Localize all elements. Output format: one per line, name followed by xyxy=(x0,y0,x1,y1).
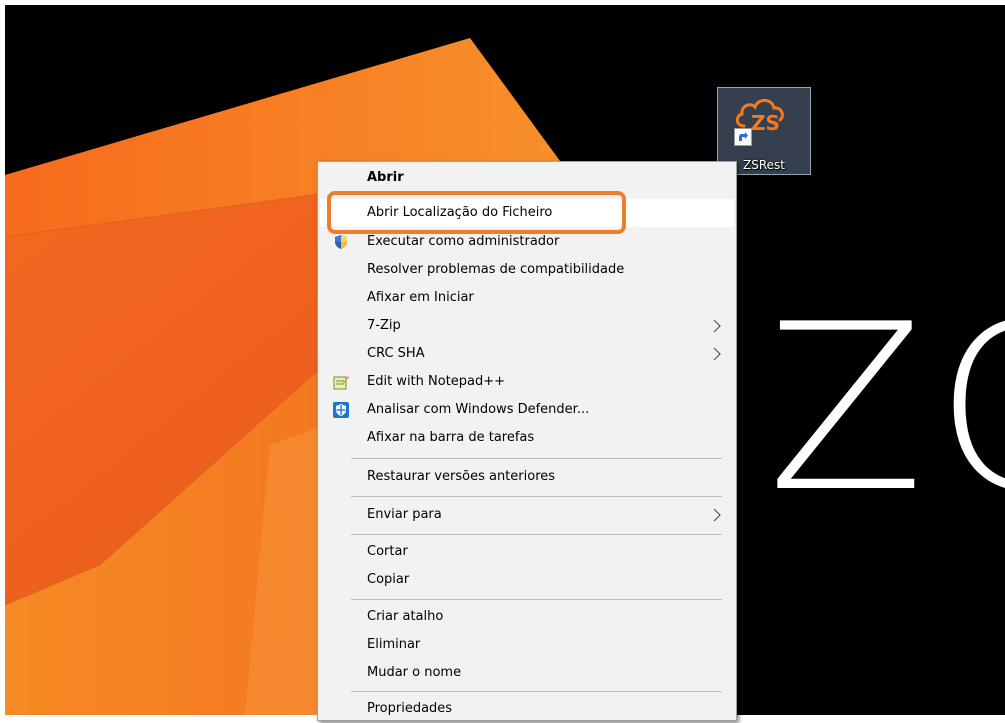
menu-separator xyxy=(351,599,722,600)
chevron-right-icon xyxy=(713,347,721,361)
menu-item-label: Mudar o nome xyxy=(367,665,462,680)
menu-item-label: Copiar xyxy=(367,572,410,587)
menu-item-open-file-location[interactable]: Abrir Localização do Ficheiro xyxy=(320,199,734,227)
menu-item-label: Cortar xyxy=(367,544,408,559)
menu-item-label: Eliminar xyxy=(367,637,421,652)
menu-item-7zip[interactable]: 7-Zip xyxy=(320,312,734,340)
menu-item-cut[interactable]: Cortar xyxy=(320,538,734,566)
menu-item-properties[interactable]: Propriedades xyxy=(320,695,734,723)
menu-item-delete[interactable]: Eliminar xyxy=(320,631,734,659)
menu-item-edit-with-notepad[interactable]: Edit with Notepad++ xyxy=(320,368,734,396)
menu-item-copy[interactable]: Copiar xyxy=(320,566,734,594)
menu-item-crc-sha[interactable]: CRC SHA xyxy=(320,340,734,368)
zsrest-logo-text: ZS xyxy=(751,111,780,134)
menu-item-run-as-admin[interactable]: Executar como administrador xyxy=(320,228,734,256)
menu-item-label: Analisar com Windows Defender... xyxy=(367,402,590,417)
windows-defender-icon xyxy=(333,402,349,418)
menu-item-rename[interactable]: Mudar o nome xyxy=(320,659,734,687)
menu-item-label: CRC SHA xyxy=(367,346,425,361)
menu-item-label: Afixar na barra de tarefas xyxy=(367,430,535,445)
menu-item-label: Afixar em Iniciar xyxy=(367,290,474,305)
menu-item-label: Enviar para xyxy=(367,507,442,522)
notepad-plus-plus-icon xyxy=(333,376,349,390)
menu-item-label: Abrir Localização do Ficheiro xyxy=(367,205,553,220)
menu-item-label: Executar como administrador xyxy=(367,234,560,249)
menu-item-label: Abrir xyxy=(367,170,404,185)
menu-item-label: Resolver problemas de compatibilidade xyxy=(367,262,625,277)
menu-item-label: Propriedades xyxy=(367,701,453,716)
shortcut-arrow-icon xyxy=(734,128,752,146)
menu-item-scan-with-defender[interactable]: Analisar com Windows Defender... xyxy=(320,396,734,424)
menu-item-restore-previous-versions[interactable]: Restaurar versões anteriores xyxy=(320,463,734,491)
menu-item-label: 7-Zip xyxy=(367,318,401,333)
menu-item-label: Restaurar versões anteriores xyxy=(367,469,556,484)
menu-item-label: Edit with Notepad++ xyxy=(367,374,506,389)
menu-separator xyxy=(351,458,722,459)
chevron-right-icon xyxy=(713,319,721,333)
menu-separator xyxy=(351,496,722,497)
menu-separator xyxy=(351,534,722,535)
menu-item-pin-to-start[interactable]: Afixar em Iniciar xyxy=(320,284,734,312)
wallpaper-text: ZC xyxy=(767,276,1005,543)
menu-item-troubleshoot-compatibility[interactable]: Resolver problemas de compatibilidade xyxy=(320,256,734,284)
menu-item-send-to[interactable]: Enviar para xyxy=(320,501,734,529)
menu-item-label: Criar atalho xyxy=(367,609,444,624)
menu-item-open[interactable]: Abrir xyxy=(320,164,734,192)
menu-item-create-shortcut[interactable]: Criar atalho xyxy=(320,603,734,631)
uac-shield-icon xyxy=(335,235,347,249)
menu-separator xyxy=(351,691,722,692)
context-menu: Abrir Abrir Localização do Ficheiro Exec… xyxy=(317,161,737,721)
chevron-right-icon xyxy=(713,508,721,522)
menu-item-pin-to-taskbar[interactable]: Afixar na barra de tarefas xyxy=(320,424,734,452)
